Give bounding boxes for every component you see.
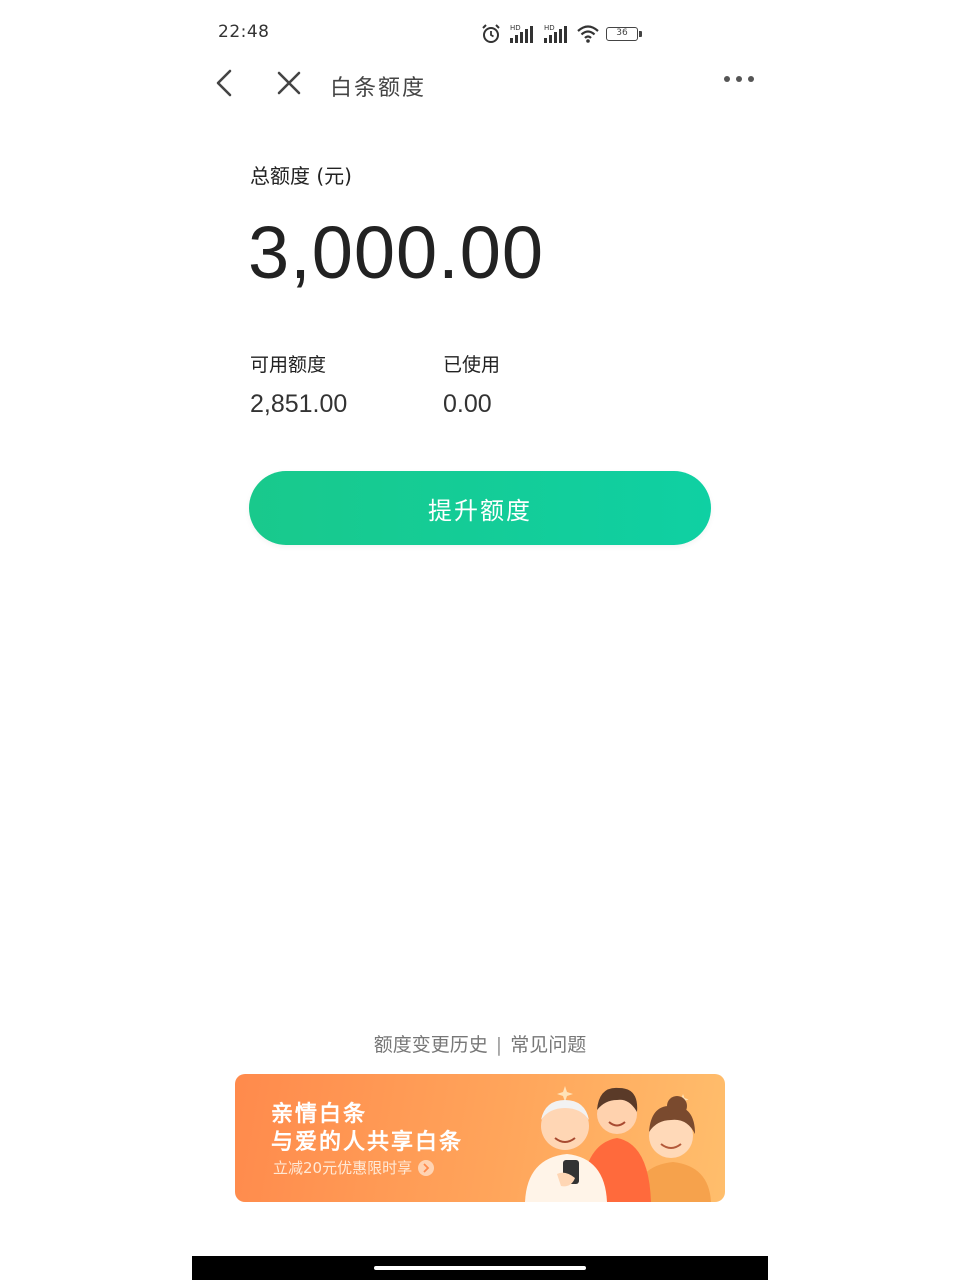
available-credit-label: 可用额度 [250,354,327,376]
app-screen: 22:48 HD HD 36 白条额度 总额度 (元) 3,000.00 可用额… [192,0,768,1280]
back-icon[interactable] [212,68,238,98]
alarm-icon [482,24,500,43]
wifi-icon [577,25,599,43]
more-dot [724,76,730,82]
signal-hd-icon: HD [510,24,533,43]
close-icon[interactable] [276,70,302,96]
banner-subtitle: 与爱的人共享白条 [271,1130,464,1155]
more-dot [736,76,742,82]
home-indicator[interactable] [374,1266,586,1270]
more-icon[interactable] [724,76,754,82]
link-separator: | [495,1034,503,1056]
status-time: 22:48 [218,22,270,42]
family-illustration [525,1086,711,1202]
battery-icon: 36 [606,27,642,41]
page-title: 白条额度 [330,76,427,101]
faq-link[interactable]: 常见问题 [510,1034,586,1056]
banner-promo[interactable]: 立减20元优惠限时享 [273,1157,435,1178]
title-bar: 白条额度 [192,58,768,108]
used-credit-value: 0.00 [443,390,492,418]
banner-promo-text: 立减20元优惠限时享 [273,1159,413,1177]
signal-hd-icon: HD [544,24,567,43]
status-bar: 22:48 HD HD 36 [192,18,768,48]
status-icons: HD HD 36 [480,22,642,46]
system-nav-bar [192,1256,768,1280]
used-credit: 已使用 0.00 [443,350,500,419]
family-credit-banner[interactable]: 亲情白条 与爱的人共享白条 立减20元优惠限时享 [235,1074,725,1202]
svg-text:HD: HD [544,24,555,32]
credit-history-link[interactable]: 额度变更历史 [374,1034,488,1056]
used-credit-label: 已使用 [443,354,501,376]
available-credit-value: 2,851.00 [250,390,348,418]
raise-credit-button[interactable]: 提升额度 [249,471,711,545]
available-credit: 可用额度 2,851.00 [250,350,347,419]
more-dot [748,76,754,82]
bottom-links: 额度变更历史 | 常见问题 [192,1030,768,1057]
total-credit-amount: 3,000.00 [248,211,545,294]
chevron-right-icon [418,1159,435,1176]
total-credit-label: 总额度 (元) [250,164,352,188]
svg-text:HD: HD [510,24,521,32]
